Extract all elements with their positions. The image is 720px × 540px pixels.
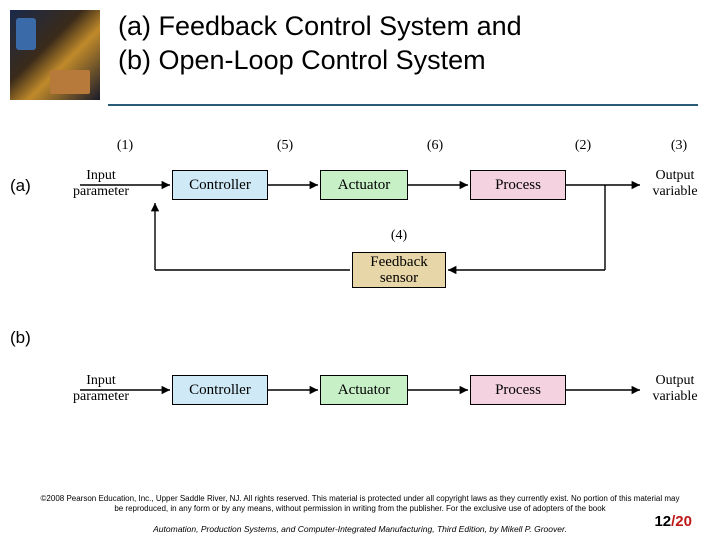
- box-controller-b: Controller: [172, 375, 268, 405]
- copyright-text: ©2008 Pearson Education, Inc., Upper Sad…: [0, 494, 720, 514]
- output-label-a: Output variable: [640, 168, 710, 200]
- slide-title-line2: (b) Open-Loop Control System: [118, 44, 522, 78]
- box-process-b: Process: [470, 375, 566, 405]
- title-underline: [108, 104, 698, 106]
- box-actuator-b: Actuator: [320, 375, 408, 405]
- marker-5: (5): [270, 138, 300, 154]
- page-total: /20: [671, 513, 692, 530]
- page-current: 12: [654, 513, 671, 530]
- diagram-stage: (a) (1) (5) (6) (2) (3) (4) Input parame…: [10, 110, 710, 450]
- book-citation: Automation, Production Systems, and Comp…: [153, 524, 567, 534]
- marker-6: (6): [420, 138, 450, 154]
- box-actuator-a: Actuator: [320, 170, 408, 200]
- input-label-a: Input parameter: [66, 168, 136, 200]
- input-label-b: Input parameter: [66, 373, 136, 405]
- marker-2: (2): [568, 138, 598, 154]
- diagram-label-a: (a): [10, 176, 31, 196]
- box-controller-a: Controller: [172, 170, 268, 200]
- marker-1: (1): [110, 138, 140, 154]
- slide-title-line1: (a) Feedback Control System and: [118, 10, 522, 44]
- slide-footer: ©2008 Pearson Education, Inc., Upper Sad…: [0, 494, 720, 534]
- slide-header: (a) Feedback Control System and (b) Open…: [0, 0, 720, 100]
- page-number: 12/20: [654, 513, 692, 530]
- box-feedback-a: Feedback sensor: [352, 252, 446, 288]
- header-thumbnail: [10, 10, 100, 100]
- marker-4: (4): [384, 228, 414, 244]
- diagram-label-b: (b): [10, 328, 31, 348]
- marker-3: (3): [664, 138, 694, 154]
- output-label-b: Output variable: [640, 373, 710, 405]
- box-process-a: Process: [470, 170, 566, 200]
